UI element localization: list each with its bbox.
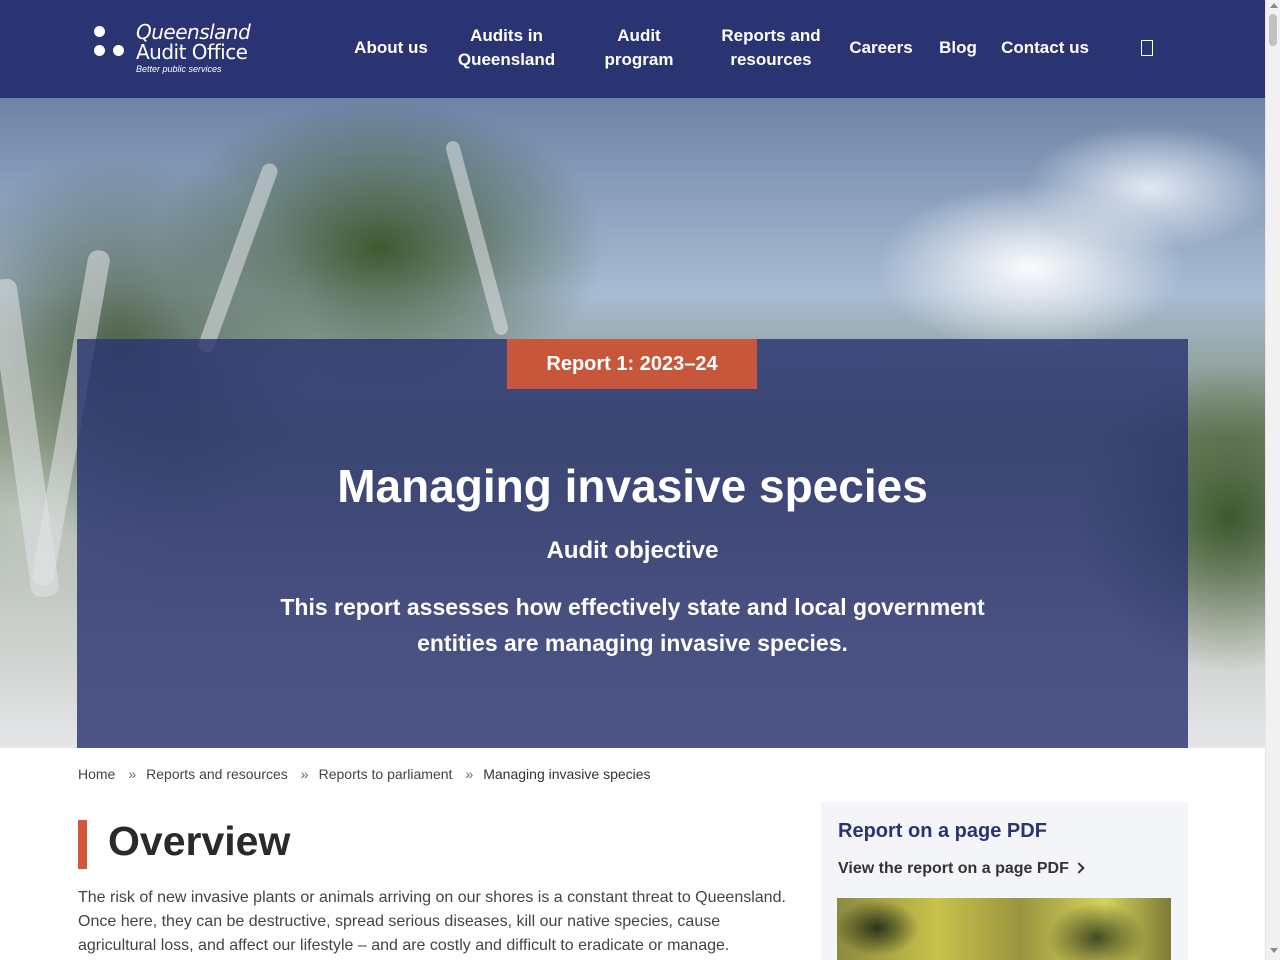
nav-careers[interactable]: Careers xyxy=(849,36,913,60)
overview-paragraph: The risk of new invasive plants or anima… xyxy=(78,889,786,954)
view-report-pdf-link[interactable]: View the report on a page PDF xyxy=(838,860,1085,878)
page-scrollbar[interactable] xyxy=(1265,0,1280,960)
report-number-badge: Report 1: 2023–24 xyxy=(507,339,757,389)
logo-line2: Audit Office xyxy=(136,40,248,64)
report-thumbnail-image[interactable] xyxy=(837,898,1171,960)
overview-heading: Overview xyxy=(108,818,291,864)
nav-label: Blog xyxy=(939,38,977,57)
hero-image-tree xyxy=(196,161,280,355)
view-report-pdf-label: View the report on a page PDF xyxy=(838,860,1069,877)
nav-label: Contact us xyxy=(1001,38,1089,57)
nav-label: Reports and xyxy=(721,26,821,45)
audit-objective-text: This report assesses how effectively sta… xyxy=(280,594,985,656)
logo-tagline: Better public services xyxy=(136,64,222,74)
nav-reports-and-resources[interactable]: Reports and resources xyxy=(720,24,822,72)
breadcrumb-separator: » xyxy=(128,766,137,782)
logo-dots-icon xyxy=(92,25,126,59)
hero-panel: Report 1: 2023–24 Managing invasive spec… xyxy=(77,339,1188,748)
page-title: Managing invasive species xyxy=(337,460,928,512)
scroll-up-arrow-icon[interactable] xyxy=(1270,3,1278,8)
nav-audits-in-queensland[interactable]: Audits in Queensland xyxy=(455,24,558,72)
report-on-a-page-card: Report on a page PDF View the report on … xyxy=(821,802,1188,960)
breadcrumb-separator: » xyxy=(300,766,309,782)
nav-label: About us xyxy=(354,38,428,57)
breadcrumb-reports-to-parliament[interactable]: Reports to parliament xyxy=(319,766,453,782)
scroll-down-arrow-icon[interactable] xyxy=(1270,948,1278,953)
breadcrumb-home[interactable]: Home xyxy=(78,766,115,782)
hero-banner: Report 1: 2023–24 Managing invasive spec… xyxy=(0,98,1265,748)
nav-about-us[interactable]: About us xyxy=(354,36,428,60)
breadcrumb-reports-and-resources[interactable]: Reports and resources xyxy=(146,766,288,782)
search-button[interactable] xyxy=(1138,37,1158,59)
nav-label: Audits in xyxy=(470,26,543,45)
qao-logo[interactable]: Queensland Audit Office Better public se… xyxy=(92,20,252,80)
report-on-a-page-title: Report on a page PDF xyxy=(838,820,1047,842)
nav-label: resources xyxy=(730,50,812,69)
audit-objective-heading: Audit objective xyxy=(546,537,719,564)
breadcrumb: Home » Reports and resources » Reports to pa… xyxy=(78,766,651,782)
nav-label: Queensland xyxy=(457,50,556,69)
nav-contact-us[interactable]: Contact us xyxy=(1001,36,1089,60)
site-header: Queensland Audit Office Better public se… xyxy=(0,0,1265,98)
search-icon xyxy=(1141,40,1153,56)
chevron-right-icon xyxy=(1073,862,1085,874)
breadcrumb-current: Managing invasive species xyxy=(483,766,651,782)
overview-accent-bar xyxy=(78,820,87,869)
scroll-thumb[interactable] xyxy=(1269,14,1277,46)
nav-audit-program[interactable]: Audit program xyxy=(596,24,682,72)
nav-label: Audit xyxy=(617,26,661,45)
hero-image-tree xyxy=(444,139,510,337)
nav-label: Careers xyxy=(849,38,913,57)
nav-blog[interactable]: Blog xyxy=(937,36,979,60)
breadcrumb-separator: » xyxy=(465,766,474,782)
nav-label: program xyxy=(604,50,674,69)
